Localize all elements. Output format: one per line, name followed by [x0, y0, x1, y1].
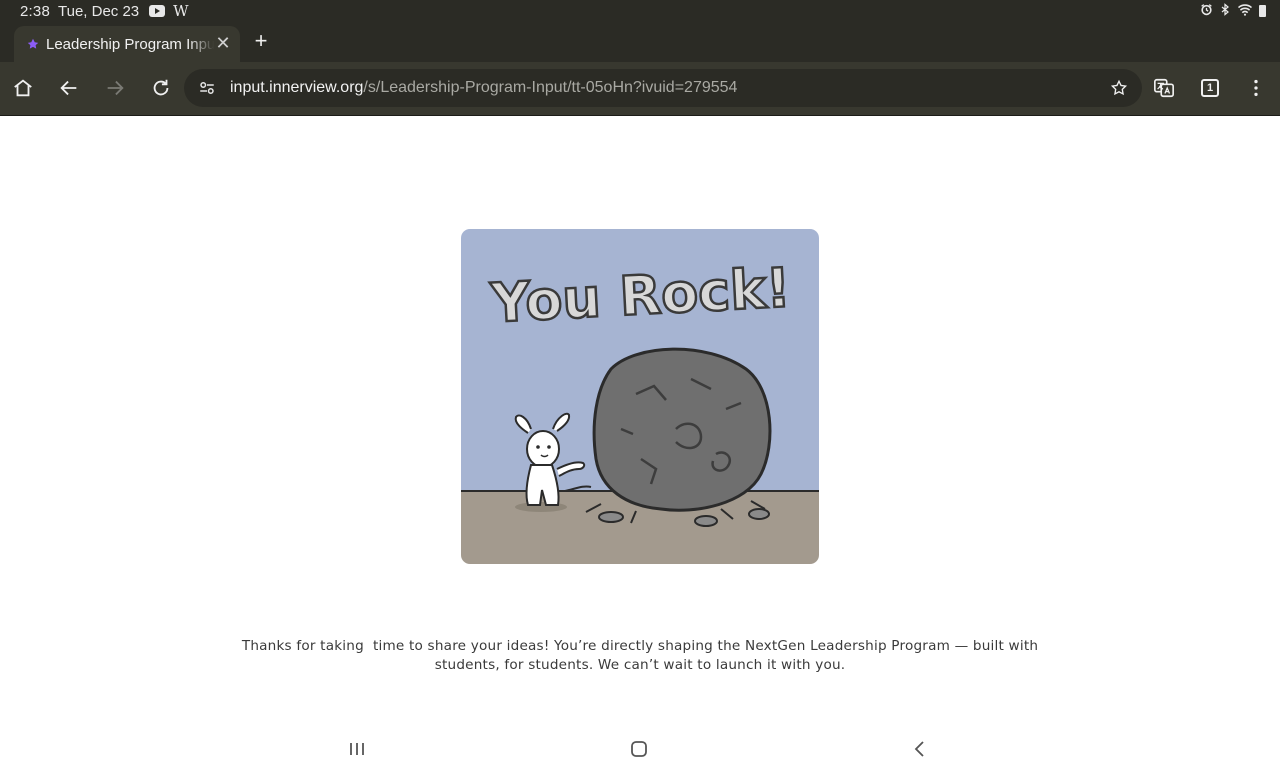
arrow-left-icon — [60, 80, 77, 96]
date: Tue, Dec 23 — [58, 2, 140, 20]
browser-toolbar: input.innerview.org/s/Leadership-Program… — [0, 62, 1280, 116]
tab-switcher-button[interactable]: 1 — [1196, 74, 1224, 102]
bluetooth-icon — [1219, 3, 1231, 19]
battery-icon — [1259, 5, 1266, 17]
translate-icon — [1154, 78, 1174, 98]
reload-button[interactable] — [147, 74, 175, 102]
address-bar[interactable]: input.innerview.org/s/Leadership-Program… — [184, 69, 1142, 107]
system-home-button[interactable] — [627, 737, 651, 761]
tab-strip: Leadership Program Input ✕ + — [0, 22, 1280, 62]
tab-title: Leadership Program Input — [46, 35, 214, 53]
back-button[interactable] — [55, 74, 83, 102]
reload-icon — [153, 79, 169, 96]
youtube-icon — [149, 5, 166, 17]
clock: 2:38 — [20, 2, 50, 20]
browser-tab[interactable]: Leadership Program Input ✕ — [14, 26, 240, 62]
site-favicon-icon — [26, 37, 40, 51]
url-host: input.innerview.org — [230, 79, 364, 96]
page-content: You Rock! Thanks for taking time to shar… — [0, 117, 1280, 729]
alarm-icon — [1200, 3, 1213, 19]
notification-w-icon: W — [173, 2, 189, 20]
url-path: /s/Leadership-Program-Input/tt-05oHn?ivu… — [363, 79, 738, 96]
system-home-icon — [631, 741, 647, 757]
thank-you-message: Thanks for taking time to share your ide… — [241, 638, 1043, 673]
translate-button[interactable] — [1150, 74, 1178, 102]
recents-button[interactable] — [345, 737, 369, 761]
close-tab-icon[interactable]: ✕ — [214, 34, 232, 52]
home-button[interactable] — [9, 74, 37, 102]
you-rock-illustration: You Rock! — [461, 229, 819, 564]
tab-count: 1 — [1201, 79, 1219, 97]
home-icon — [14, 79, 32, 97]
forward-button[interactable] — [101, 74, 129, 102]
bookmark-star-icon[interactable] — [1108, 77, 1130, 99]
wifi-icon — [1237, 3, 1253, 19]
new-tab-button[interactable]: + — [250, 30, 272, 52]
site-settings-icon[interactable] — [196, 77, 218, 99]
system-back-icon — [914, 741, 924, 757]
menu-button[interactable] — [1242, 74, 1270, 102]
arrow-right-icon — [107, 80, 124, 96]
more-vertical-icon — [1254, 79, 1258, 97]
system-back-button[interactable] — [908, 737, 932, 761]
recents-icon — [350, 743, 364, 755]
url-text: input.innerview.org/s/Leadership-Program… — [230, 79, 737, 97]
status-bar: 2:38 Tue, Dec 23 W — [0, 0, 1280, 22]
system-navigation-bar — [0, 729, 1280, 768]
